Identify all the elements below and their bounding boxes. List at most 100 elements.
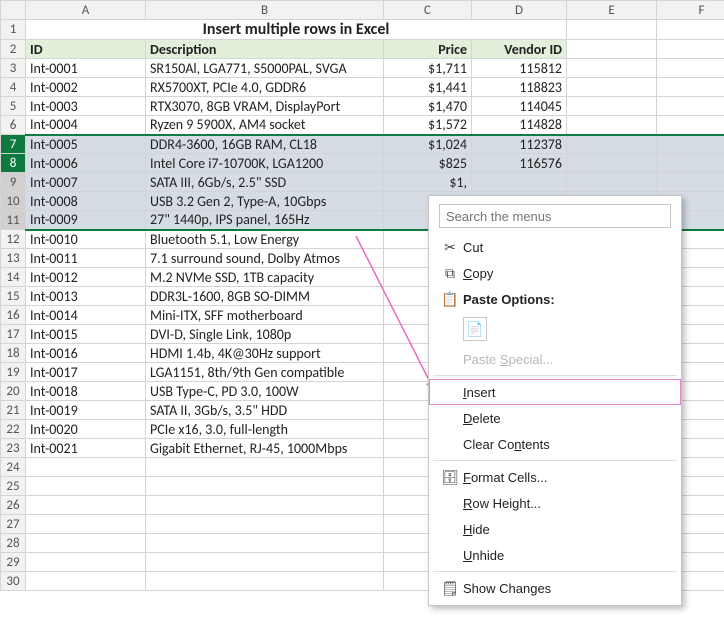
row-header[interactable]: 27	[1, 515, 26, 534]
table-row[interactable]: 2IDDescriptionPriceVendor ID	[1, 40, 724, 59]
cell-id[interactable]: Int-0005	[26, 135, 146, 154]
row-header[interactable]: 25	[1, 477, 26, 496]
cell-desc[interactable]: Ryzen 9 5900X, AM4 socket	[146, 116, 384, 135]
cell-id[interactable]: Int-0018	[26, 382, 146, 401]
table-row[interactable]: 1Insert multiple rows in Excel	[1, 20, 724, 40]
cell-desc[interactable]: 7.1 surround sound, Dolby Atmos	[146, 249, 384, 268]
cell-price[interactable]: $1,711	[384, 59, 472, 78]
cell-empty[interactable]	[657, 116, 724, 135]
cell-desc[interactable]	[146, 553, 384, 572]
cell-id[interactable]: Int-0017	[26, 363, 146, 382]
cell-desc[interactable]: Intel Core i7-10700K, LGA1200	[146, 154, 384, 173]
cell-desc[interactable]: SATA II, 3Gb/s, 3.5" HDD	[146, 401, 384, 420]
cell-empty[interactable]	[657, 154, 724, 173]
cell-desc[interactable]: 27" 1440p, IPS panel, 165Hz	[146, 211, 384, 230]
row-header[interactable]: 17	[1, 325, 26, 344]
row-header[interactable]: 29	[1, 553, 26, 572]
row-header[interactable]: 8	[1, 154, 26, 173]
cell-id[interactable]: Int-0021	[26, 439, 146, 458]
menu-hide[interactable]: Hide	[429, 516, 681, 542]
menu-format-cells[interactable]: 🗄 Format Cells...	[429, 464, 681, 490]
row-header[interactable]: 15	[1, 287, 26, 306]
cell-id[interactable]: Int-0011	[26, 249, 146, 268]
row-header[interactable]: 22	[1, 420, 26, 439]
row-header[interactable]: 30	[1, 572, 26, 591]
cell-desc[interactable]: USB 3.2 Gen 2, Type-A, 10Gbps	[146, 192, 384, 211]
cell-id[interactable]	[26, 477, 146, 496]
cell-desc[interactable]: Bluetooth 5.1, Low Energy	[146, 230, 384, 249]
row-header[interactable]: 6	[1, 116, 26, 135]
table-row[interactable]: 5Int-0003RTX3070, 8GB VRAM, DisplayPort$…	[1, 97, 724, 116]
cell-empty[interactable]	[567, 59, 657, 78]
row-header[interactable]: 20	[1, 382, 26, 401]
cell-id[interactable]	[26, 553, 146, 572]
row-header[interactable]: 11	[1, 211, 26, 230]
row-header[interactable]: 9	[1, 173, 26, 192]
cell-empty[interactable]	[567, 97, 657, 116]
cell-desc[interactable]: RX5700XT, PCIe 4.0, GDDR6	[146, 78, 384, 97]
row-header[interactable]: 24	[1, 458, 26, 477]
cell-vendor[interactable]: 112378	[472, 135, 567, 154]
cell-empty[interactable]	[567, 135, 657, 154]
menu-insert[interactable]: Insert	[429, 379, 681, 405]
paste-default-icon[interactable]: 📄	[463, 317, 487, 341]
cell-price[interactable]: $1,	[384, 173, 472, 192]
cell-empty[interactable]	[567, 116, 657, 135]
row-header[interactable]: 3	[1, 59, 26, 78]
cell-vendor[interactable]: 114045	[472, 97, 567, 116]
cell-empty[interactable]	[657, 78, 724, 97]
column-header-cell[interactable]: ID	[26, 40, 146, 59]
cell-id[interactable]	[26, 496, 146, 515]
row-header[interactable]: 5	[1, 97, 26, 116]
cell-vendor[interactable]: 118823	[472, 78, 567, 97]
row-header[interactable]: 28	[1, 534, 26, 553]
cell-id[interactable]	[26, 515, 146, 534]
cell-price[interactable]: $1,470	[384, 97, 472, 116]
cell-empty[interactable]	[567, 173, 657, 192]
row-header[interactable]: 14	[1, 268, 26, 287]
cell-desc[interactable]: SR150Al, LGA771, S5000PAL, SVGA	[146, 59, 384, 78]
cell-desc[interactable]	[146, 572, 384, 591]
table-row[interactable]: 7Int-0005DDR4-3600, 16GB RAM, CL18$1,024…	[1, 135, 724, 154]
cell-price[interactable]: $1,024	[384, 135, 472, 154]
table-row[interactable]: 9Int-0007SATA III, 6Gb/s, 2.5" SSD$1,	[1, 173, 724, 192]
cell-id[interactable]: Int-0019	[26, 401, 146, 420]
menu-search-input[interactable]	[439, 204, 671, 228]
cell-desc[interactable]: USB Type-C, PD 3.0, 100W	[146, 382, 384, 401]
menu-cut[interactable]: ✂ Cut	[429, 234, 681, 260]
cell-id[interactable]: Int-0009	[26, 211, 146, 230]
cell-id[interactable]: Int-0008	[26, 192, 146, 211]
cell-empty[interactable]	[567, 154, 657, 173]
column-header-cell[interactable]: Description	[146, 40, 384, 59]
menu-delete[interactable]: Delete	[429, 405, 681, 431]
cell-desc[interactable]: RTX3070, 8GB VRAM, DisplayPort	[146, 97, 384, 116]
column-header-cell[interactable]: Price	[384, 40, 472, 59]
cell-empty[interactable]	[567, 78, 657, 97]
table-row[interactable]: 8Int-0006Intel Core i7-10700K, LGA1200$8…	[1, 154, 724, 173]
row-header[interactable]: 21	[1, 401, 26, 420]
cell-desc[interactable]	[146, 458, 384, 477]
row-header[interactable]: 26	[1, 496, 26, 515]
cell-id[interactable]: Int-0015	[26, 325, 146, 344]
cell-id[interactable]: Int-0007	[26, 173, 146, 192]
menu-show-changes[interactable]: 🗒 Show Changes	[429, 575, 681, 601]
cell-empty[interactable]	[657, 173, 724, 192]
table-row[interactable]: 3Int-0001SR150Al, LGA771, S5000PAL, SVGA…	[1, 59, 724, 78]
cell-id[interactable]: Int-0020	[26, 420, 146, 439]
row-header[interactable]: 23	[1, 439, 26, 458]
cell-desc[interactable]: M.2 NVMe SSD, 1TB capacity	[146, 268, 384, 287]
row-header[interactable]: 10	[1, 192, 26, 211]
cell-empty[interactable]	[657, 59, 724, 78]
col-header-e[interactable]: E	[567, 1, 657, 20]
cell-desc[interactable]: PCIe x16, 3.0, full-length	[146, 420, 384, 439]
cell-vendor[interactable]: 115812	[472, 59, 567, 78]
cell-id[interactable]: Int-0014	[26, 306, 146, 325]
row-header[interactable]: 19	[1, 363, 26, 382]
cell-id[interactable]: Int-0010	[26, 230, 146, 249]
cell-id[interactable]: Int-0016	[26, 344, 146, 363]
cell-desc[interactable]: Gigabit Ethernet, RJ-45, 1000Mbps	[146, 439, 384, 458]
cell-desc[interactable]: HDMI 1.4b, 4K@30Hz support	[146, 344, 384, 363]
cell-price[interactable]: $1,441	[384, 78, 472, 97]
cell-empty[interactable]	[657, 135, 724, 154]
cell-id[interactable]: Int-0004	[26, 116, 146, 135]
